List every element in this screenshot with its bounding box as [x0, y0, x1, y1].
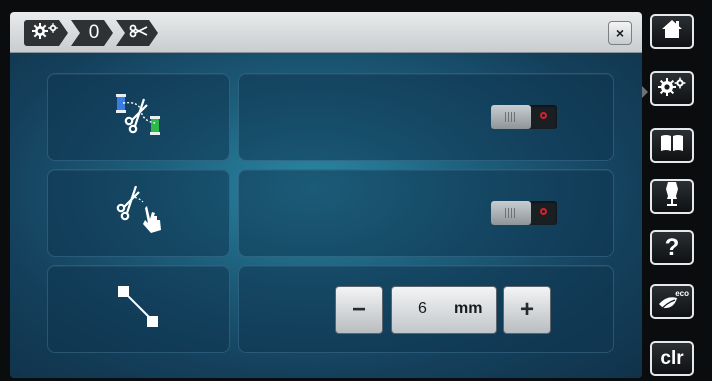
breadcrumb-settings[interactable] — [24, 20, 68, 46]
stitch-length-jump-icon — [114, 283, 164, 336]
thread-cut-toggle[interactable] — [491, 105, 557, 129]
stitch-length-value: 6 — [418, 300, 427, 317]
toggle-off-indicator — [540, 112, 547, 119]
decrease-button[interactable]: − — [335, 286, 383, 334]
thread-cut-touch-toggle[interactable] — [491, 201, 557, 225]
clear-label: clr — [660, 347, 684, 369]
plus-icon: + — [519, 296, 534, 323]
sidebar-pointer-icon — [642, 86, 648, 98]
settings-gears-icon — [31, 22, 61, 45]
toggle-off-indicator — [540, 208, 547, 215]
breadcrumb-scissors[interactable] — [116, 20, 158, 46]
clear-button[interactable]: clr — [650, 341, 694, 376]
breadcrumb-zero[interactable]: 0 — [71, 20, 113, 46]
title-bar: 0 × — [10, 12, 642, 53]
stitch-length-unit: mm — [454, 300, 483, 317]
settings-window: 0 × − 6 mm + — [10, 12, 642, 378]
help-button[interactable]: ? — [650, 230, 694, 265]
settings-button[interactable] — [650, 71, 694, 106]
help-icon: ? — [664, 233, 680, 261]
stitch-length-label-tile — [47, 265, 230, 353]
minus-icon: − — [351, 296, 366, 323]
breadcrumb: 0 — [24, 20, 161, 46]
toggle-knob — [491, 201, 531, 225]
settings-content: − 6 mm + — [10, 53, 642, 378]
close-icon: × — [615, 25, 625, 41]
breadcrumb-zero-label: 0 — [88, 22, 100, 43]
dress-form-icon — [663, 181, 681, 212]
eco-label: eco — [675, 288, 689, 298]
eco-leaf-icon: eco — [657, 288, 689, 313]
thread-cut-spools-icon — [111, 91, 167, 144]
sidebar: ? eco clr — [650, 14, 702, 376]
stitch-length-setting-tile: − 6 mm + — [238, 265, 614, 353]
eco-button[interactable]: eco — [650, 284, 694, 319]
stitch-length-value-box: 6 mm — [391, 286, 497, 334]
book-icon — [660, 134, 684, 157]
scissors-icon — [125, 24, 149, 43]
sewing-consultant-button[interactable] — [650, 179, 694, 214]
tutorial-button[interactable] — [650, 128, 694, 163]
thread-cut-touch-icon — [109, 185, 169, 241]
close-button[interactable]: × — [608, 21, 632, 45]
thread-cut-label-tile — [47, 73, 230, 161]
increase-button[interactable]: + — [503, 286, 551, 334]
gears-icon — [657, 76, 687, 101]
home-icon — [661, 19, 683, 44]
toggle-knob — [491, 105, 531, 129]
thread-cut-touch-setting-tile — [238, 169, 614, 257]
thread-cut-setting-tile — [238, 73, 614, 161]
home-button[interactable] — [650, 14, 694, 49]
thread-cut-touch-label-tile — [47, 169, 230, 257]
